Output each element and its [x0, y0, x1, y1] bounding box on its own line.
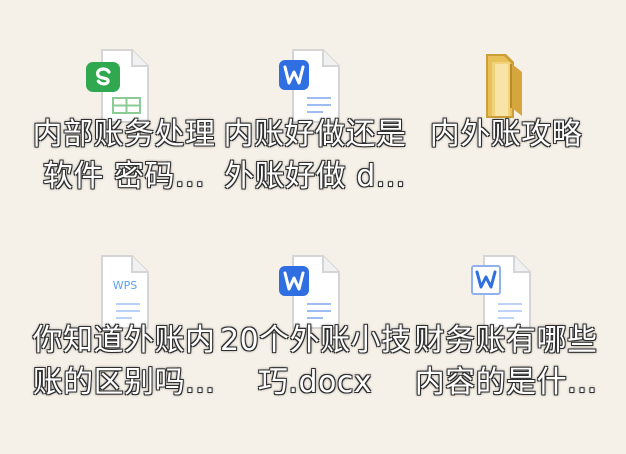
label-line-1: 内外账攻略	[429, 117, 583, 152]
label-line-2: 软件 密码...	[42, 159, 206, 194]
label-line-1: 内部账务处理	[32, 117, 216, 152]
desktop-item-label: 你知道外账内 账的区别吗...	[29, 320, 219, 404]
desktop-item-label: 内外账攻略	[411, 114, 601, 156]
desktop-item-word-document-3[interactable]: 财务账有哪些 内容的是什...	[411, 250, 601, 420]
desktop-item-label: 20个外账小技 巧.docx	[220, 320, 410, 404]
label-line-1: 财务账有哪些	[414, 323, 598, 358]
desktop-item-folder[interactable]: 内外账攻略	[411, 44, 601, 214]
desktop-item-label: 财务账有哪些 内容的是什...	[411, 320, 601, 404]
desktop: 内部账务处理 软件 密码... 内账好做还是 外账好做 d... 内外账攻略 W…	[0, 0, 626, 454]
label-line-2: 内容的是什...	[414, 365, 598, 400]
label-line-1: 20个外账小技	[220, 323, 410, 358]
label-line-1: 内账好做还是	[223, 117, 407, 152]
desktop-item-label: 内账好做还是 外账好做 d...	[220, 114, 410, 198]
label-line-2: 账的区别吗...	[32, 365, 216, 400]
label-line-2: 外账好做 d...	[224, 159, 406, 194]
desktop-item-label: 内部账务处理 软件 密码...	[29, 114, 219, 198]
desktop-item-wps-document[interactable]: WPS 你知道外账内 账的区别吗...	[29, 250, 219, 420]
desktop-item-spreadsheet[interactable]: 内部账务处理 软件 密码...	[29, 44, 219, 214]
desktop-item-word-document-2[interactable]: 20个外账小技 巧.docx	[220, 250, 410, 420]
label-line-1: 你知道外账内	[32, 323, 216, 358]
label-line-2: 巧.docx	[257, 365, 373, 400]
svg-text:WPS: WPS	[113, 279, 138, 292]
desktop-item-word-document-1[interactable]: 内账好做还是 外账好做 d...	[220, 44, 410, 214]
